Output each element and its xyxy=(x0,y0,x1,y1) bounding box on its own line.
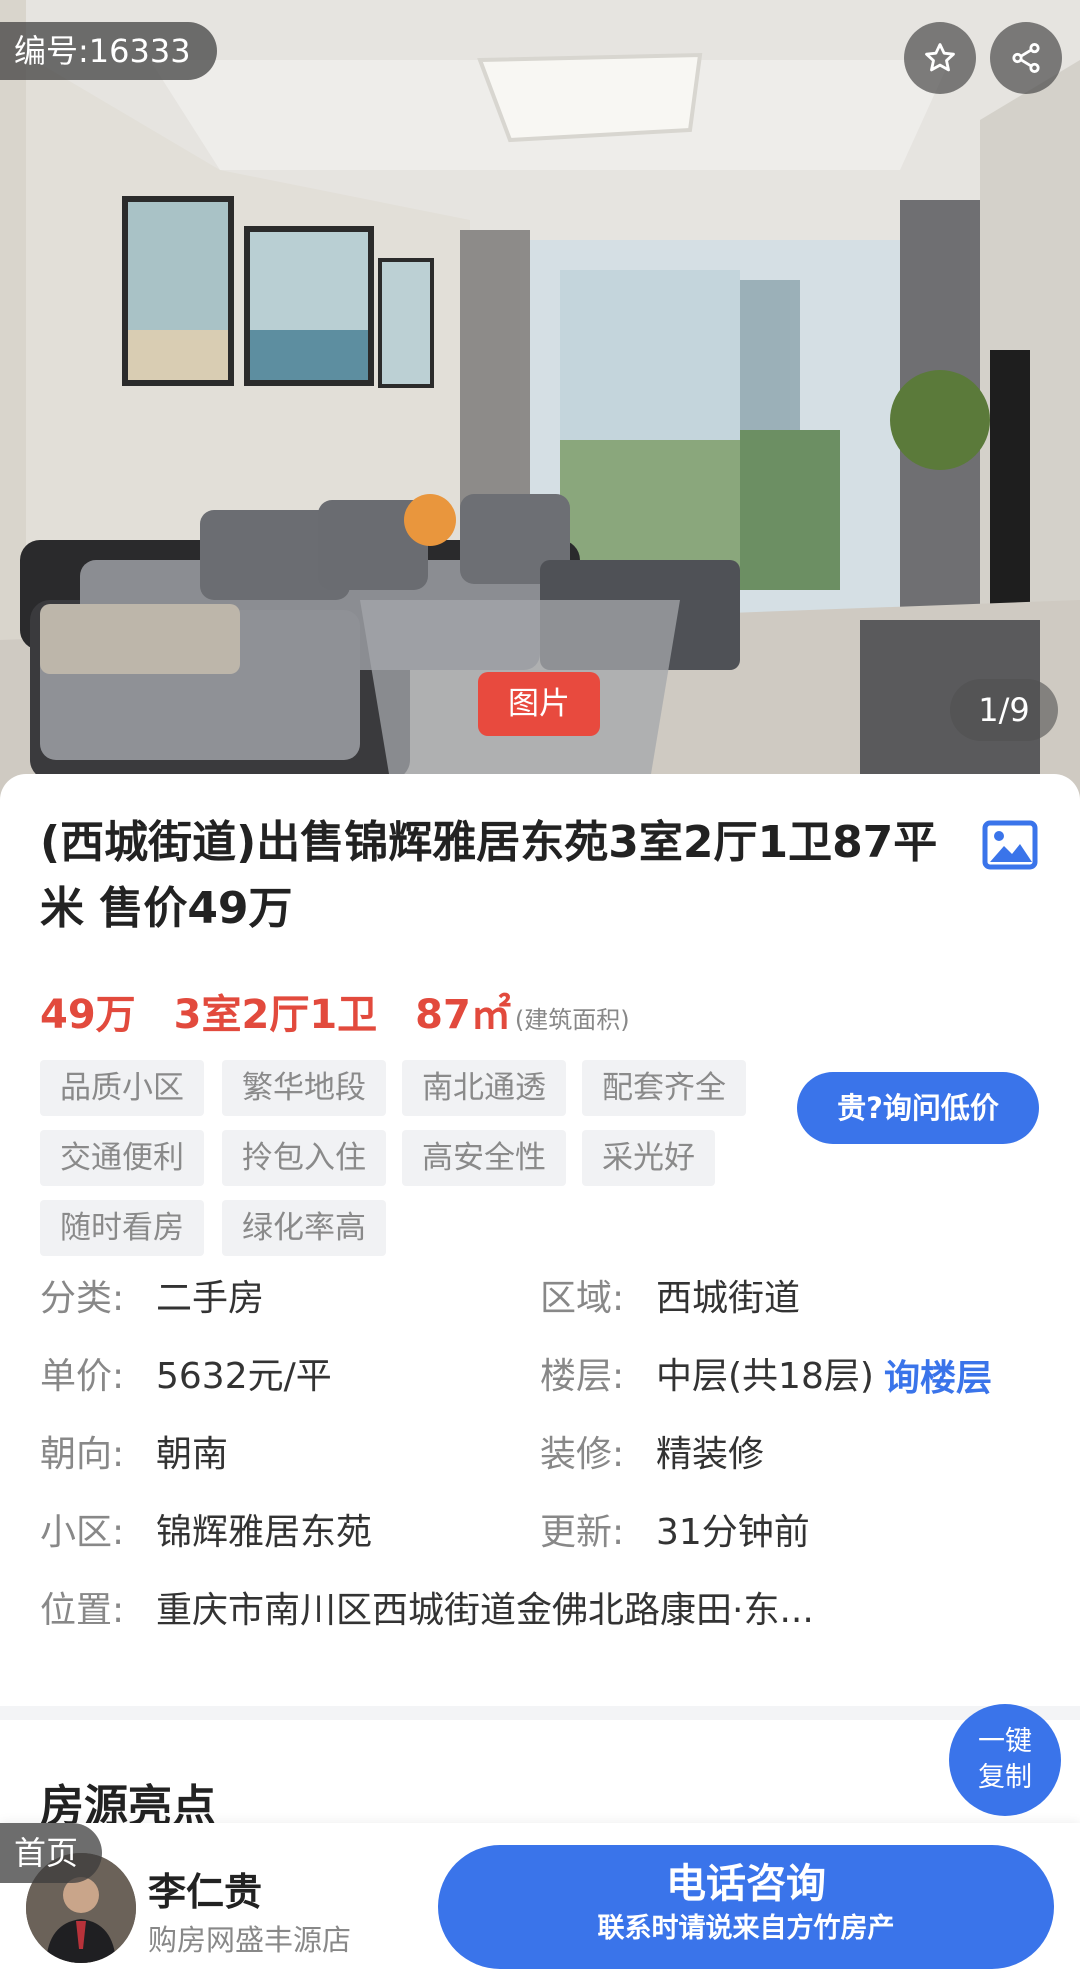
area: 87㎡ (建筑面积) xyxy=(415,982,629,1040)
detail-value: 31分钟前 xyxy=(656,1512,810,1553)
detail-value: 重庆市南川区西城街道金佛北路康田·东... xyxy=(156,1590,814,1631)
detail-location[interactable]: 位置: 重庆市南川区西城街道金佛北路康田·东... xyxy=(40,1586,814,1636)
bottom-contact-bar: 首页 李仁贵 购房网盛丰源店 电话咨询 联系时请说来自方竹房产 xyxy=(0,1823,1080,1973)
detail-value: 中层(共18层) xyxy=(656,1356,874,1397)
home-button[interactable]: 首页 xyxy=(0,1823,103,1883)
detail-category: 分类: 二手房 xyxy=(40,1274,264,1324)
one-click-copy-button[interactable]: 一键 复制 xyxy=(949,1704,1061,1816)
detail-label: 单价: xyxy=(40,1356,125,1397)
detail-label: 位置: xyxy=(40,1590,125,1631)
feature-tag: 品质小区 xyxy=(40,1060,204,1116)
call-sublabel: 联系时请说来自方竹房产 xyxy=(597,1913,895,1944)
detail-label: 小区: xyxy=(40,1512,125,1553)
ask-floor-link[interactable]: 询楼层 xyxy=(884,1354,992,1404)
detail-value: 朝南 xyxy=(156,1434,229,1475)
listing-id-badge: 编号:16333 xyxy=(0,22,217,80)
detail-label: 装修: xyxy=(540,1434,625,1475)
detail-orientation: 朝向: 朝南 xyxy=(40,1430,228,1480)
agent-shop: 购房网盛丰源店 xyxy=(148,1923,352,1957)
detail-label: 分类: xyxy=(40,1278,125,1319)
ask-low-price-button[interactable]: 贵?询问低价 xyxy=(797,1072,1039,1144)
detail-decoration: 装修: 精装修 xyxy=(540,1430,764,1480)
detail-unit-price: 单价: 5632元/平 xyxy=(40,1352,332,1402)
listing-card: (西城街道)出售锦辉雅居东苑3室2厅1卫87平米 售价49万 49万 3室2厅1… xyxy=(0,774,1080,1720)
detail-value: 西城街道 xyxy=(656,1278,801,1319)
area-note: (建筑面积) xyxy=(514,1006,630,1034)
feature-tag: 拎包入住 xyxy=(222,1130,386,1186)
detail-value: 二手房 xyxy=(156,1278,265,1319)
detail-label: 朝向: xyxy=(40,1434,125,1475)
photo-counter: 1/9 xyxy=(950,679,1058,741)
hero-photo[interactable]: 编号:16333 图片 1/9 xyxy=(0,0,1080,800)
detail-value: 精装修 xyxy=(656,1434,765,1475)
listing-page: 编号:16333 图片 1/9 (西城街道)出售锦辉雅居东苑3室2厅1卫87平米… xyxy=(0,0,1080,1973)
phone-consult-button[interactable]: 电话咨询 联系时请说来自方竹房产 xyxy=(438,1845,1054,1969)
detail-value: 5632元/平 xyxy=(156,1356,332,1397)
call-label: 电话咨询 xyxy=(666,1861,826,1907)
feature-tag: 交通便利 xyxy=(40,1130,204,1186)
detail-label: 楼层: xyxy=(540,1356,625,1397)
area-value: 87㎡ xyxy=(415,992,511,1038)
detail-community: 小区: 锦辉雅居东苑 xyxy=(40,1508,372,1558)
detail-updated: 更新: 31分钟前 xyxy=(540,1508,810,1558)
copy-label-line2: 复制 xyxy=(978,1762,1032,1793)
share-button[interactable] xyxy=(990,22,1062,94)
detail-region: 区域: 西城街道 xyxy=(540,1274,800,1324)
feature-tag: 随时看房 xyxy=(40,1200,204,1256)
room-layout: 3室2厅1卫 xyxy=(173,992,378,1038)
detail-floor: 楼层: 中层(共18层) xyxy=(540,1352,874,1402)
section-divider xyxy=(0,1706,1080,1720)
total-price: 49万 xyxy=(40,992,136,1038)
photo-tab[interactable]: 图片 xyxy=(478,672,600,736)
star-icon xyxy=(925,43,955,72)
feature-tag: 配套齐全 xyxy=(582,1060,746,1116)
feature-tag: 绿化率高 xyxy=(222,1200,386,1256)
share-icon xyxy=(1012,42,1040,74)
feature-tag: 采光好 xyxy=(582,1130,715,1186)
detail-label: 区域: xyxy=(540,1278,625,1319)
feature-tag: 高安全性 xyxy=(402,1130,566,1186)
listing-title: (西城街道)出售锦辉雅居东苑3室2厅1卫87平米 售价49万 xyxy=(40,817,938,934)
detail-label: 更新: xyxy=(540,1512,625,1553)
feature-tag: 繁华地段 xyxy=(222,1060,386,1116)
copy-label-line1: 一键 xyxy=(978,1726,1032,1757)
key-facts-row: 49万 3室2厅1卫 87㎡ (建筑面积) xyxy=(40,982,630,1042)
detail-value: 锦辉雅居东苑 xyxy=(156,1512,373,1553)
agent-name: 李仁贵 xyxy=(148,1870,263,1914)
feature-tag: 南北通透 xyxy=(402,1060,566,1116)
gallery-icon[interactable] xyxy=(982,820,1038,870)
favorite-button[interactable] xyxy=(904,22,976,94)
